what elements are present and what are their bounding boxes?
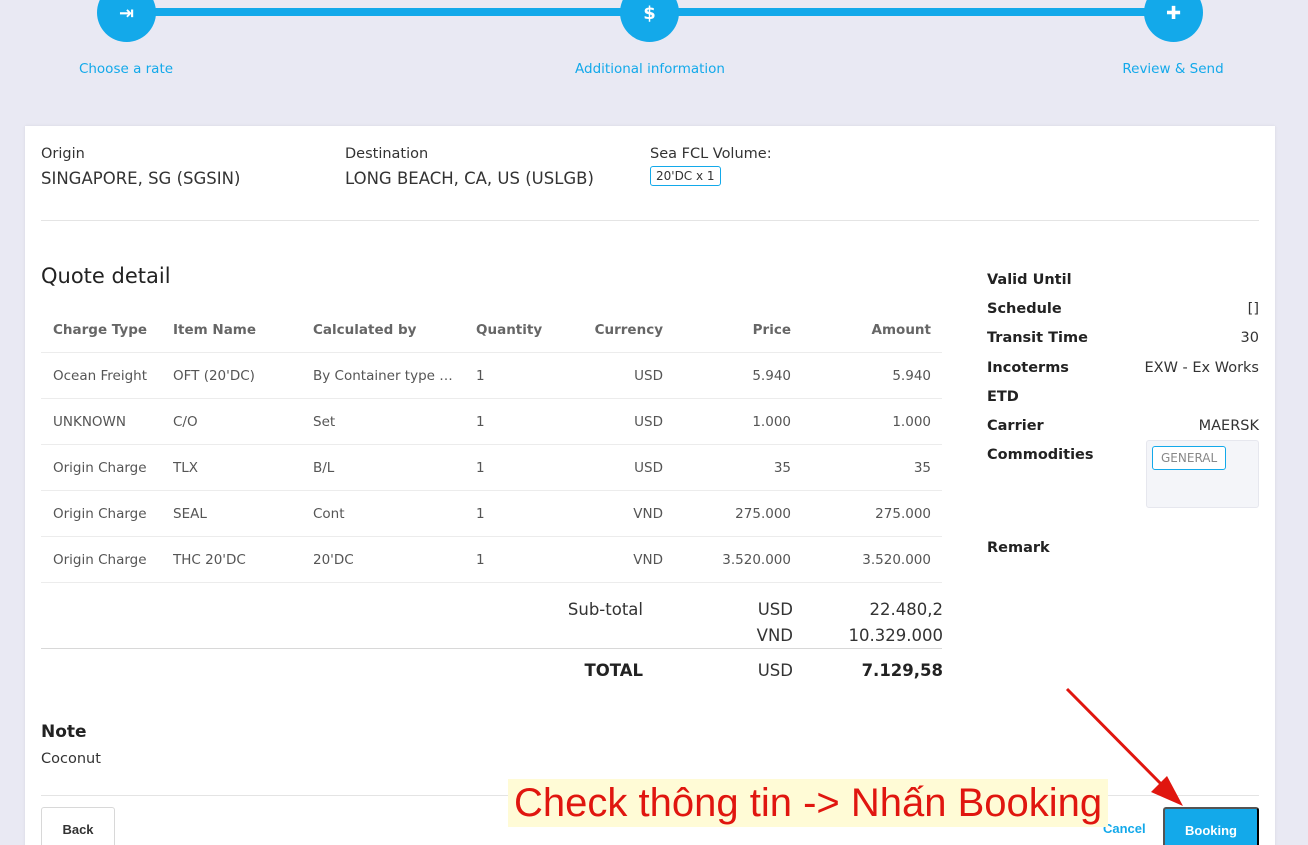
transit-time-value: 30 bbox=[1240, 330, 1259, 346]
step-review-send-label[interactable]: Review & Send bbox=[1122, 61, 1223, 77]
currency-cell: USD bbox=[634, 367, 663, 384]
origin-label: Origin bbox=[41, 146, 85, 162]
annotation-caption: Check thông tin -> Nhấn Booking bbox=[508, 779, 1109, 827]
quantity-cell: 1 bbox=[476, 367, 485, 384]
total-label: TOTAL bbox=[584, 661, 643, 680]
plus-square-icon[interactable]: ✚ bbox=[1144, 0, 1203, 42]
quote-detail-title: Quote detail bbox=[41, 264, 171, 288]
back-button[interactable]: Back bbox=[41, 807, 115, 845]
price-cell: 3.520.000 bbox=[722, 551, 791, 568]
note-value: Coconut bbox=[41, 751, 101, 767]
transit-time-label: Transit Time bbox=[987, 330, 1088, 346]
commodity-tag: GENERAL bbox=[1152, 446, 1227, 470]
table-row: Origin Charge TLX B/L 1 USD 35 35 bbox=[41, 445, 942, 491]
valid-until-label: Valid Until bbox=[987, 272, 1072, 288]
item-name-cell: TLX bbox=[173, 459, 199, 476]
total-currency: USD bbox=[757, 661, 793, 680]
etd-label: ETD bbox=[987, 389, 1019, 405]
quote-table: Charge Type Item Name Calculated by Quan… bbox=[41, 308, 942, 583]
commodities-box: GENERAL bbox=[1146, 440, 1259, 508]
remark-label: Remark bbox=[987, 540, 1050, 556]
quantity-cell: 1 bbox=[476, 413, 485, 430]
amount-cell: 5.940 bbox=[892, 367, 931, 384]
schedule-value: [] bbox=[1247, 301, 1259, 317]
carrier-label: Carrier bbox=[987, 418, 1044, 434]
price-cell: 1.000 bbox=[752, 413, 791, 430]
step-additional-info-label[interactable]: Additional information bbox=[575, 61, 725, 77]
incoterms-label: Incoterms bbox=[987, 360, 1069, 376]
amount-cell: 275.000 bbox=[875, 505, 931, 522]
subtotal-currency: VND bbox=[756, 626, 793, 645]
volume-label: Sea FCL Volume: bbox=[650, 146, 772, 162]
note-title: Note bbox=[41, 722, 87, 742]
subtotal-amount: 10.329.000 bbox=[848, 626, 943, 645]
table-row: Ocean Freight OFT (20'DC) By Container t… bbox=[41, 353, 942, 399]
subtotal-amount: 22.480,2 bbox=[869, 600, 943, 619]
calculated-by-cell: 20'DC bbox=[313, 551, 354, 568]
divider bbox=[41, 220, 1259, 221]
quantity-cell: 1 bbox=[476, 551, 485, 568]
price-cell: 275.000 bbox=[735, 505, 791, 522]
table-row: Origin Charge SEAL Cont 1 VND 275.000 27… bbox=[41, 491, 942, 537]
dollar-icon[interactable]: $ bbox=[620, 0, 679, 42]
quantity-cell: 1 bbox=[476, 459, 485, 476]
amount-cell: 1.000 bbox=[892, 413, 931, 430]
charge-type-cell: Origin Charge bbox=[53, 551, 147, 568]
table-row: UNKNOWN C/O Set 1 USD 1.000 1.000 bbox=[41, 399, 942, 445]
currency-cell: USD bbox=[634, 413, 663, 430]
item-name-cell: SEAL bbox=[173, 505, 207, 522]
total-amount: 7.129,58 bbox=[861, 661, 943, 680]
calculated-by-cell: By Container type (2... bbox=[313, 367, 458, 384]
subtotal-currency: USD bbox=[757, 600, 793, 619]
column-header[interactable]: Charge Type bbox=[53, 322, 163, 338]
origin-value: SINGAPORE, SG (SGSIN) bbox=[41, 169, 241, 188]
progress-stepper: ⇥ Choose a rate $ Additional information… bbox=[0, 0, 1308, 100]
quantity-cell: 1 bbox=[476, 505, 485, 522]
commodities-label: Commodities bbox=[987, 447, 1094, 463]
charge-type-cell: UNKNOWN bbox=[53, 413, 127, 430]
destination-value: LONG BEACH, CA, US (USLGB) bbox=[345, 169, 594, 188]
destination-label: Destination bbox=[345, 146, 429, 162]
item-name-cell: THC 20'DC bbox=[173, 551, 246, 568]
carrier-value: MAERSK bbox=[1198, 418, 1259, 434]
item-name-cell: OFT (20'DC) bbox=[173, 367, 255, 384]
charge-type-cell: Origin Charge bbox=[53, 505, 147, 522]
price-cell: 5.940 bbox=[752, 367, 791, 384]
currency-cell: VND bbox=[633, 505, 663, 522]
column-header[interactable]: Currency bbox=[561, 322, 663, 338]
column-header[interactable]: Quantity bbox=[476, 322, 546, 338]
total-divider bbox=[41, 648, 942, 649]
column-header[interactable]: Price bbox=[681, 322, 791, 338]
amount-cell: 35 bbox=[913, 459, 931, 476]
volume-badge: 20'DC x 1 bbox=[650, 166, 721, 186]
charge-type-cell: Ocean Freight bbox=[53, 367, 147, 384]
schedule-label: Schedule bbox=[987, 301, 1062, 317]
table-row: Origin Charge THC 20'DC 20'DC 1 VND 3.52… bbox=[41, 537, 942, 583]
currency-cell: VND bbox=[633, 551, 663, 568]
charge-type-cell: Origin Charge bbox=[53, 459, 147, 476]
amount-cell: 3.520.000 bbox=[862, 551, 931, 568]
sign-in-icon[interactable]: ⇥ bbox=[97, 0, 156, 42]
column-header[interactable]: Calculated by bbox=[313, 322, 458, 338]
column-header[interactable]: Item Name bbox=[173, 322, 303, 338]
cancel-button[interactable]: Cancel bbox=[1103, 821, 1146, 836]
calculated-by-cell: Set bbox=[313, 413, 336, 430]
subtotal-label: Sub-total bbox=[567, 600, 643, 619]
item-name-cell: C/O bbox=[173, 413, 198, 430]
step-choose-rate-label[interactable]: Choose a rate bbox=[79, 61, 173, 77]
currency-cell: USD bbox=[634, 459, 663, 476]
price-cell: 35 bbox=[773, 459, 791, 476]
incoterms-value: EXW - Ex Works bbox=[1144, 360, 1259, 376]
table-header-row: Charge Type Item Name Calculated by Quan… bbox=[41, 308, 942, 353]
calculated-by-cell: B/L bbox=[313, 459, 335, 476]
column-header[interactable]: Amount bbox=[821, 322, 931, 338]
calculated-by-cell: Cont bbox=[313, 505, 345, 522]
